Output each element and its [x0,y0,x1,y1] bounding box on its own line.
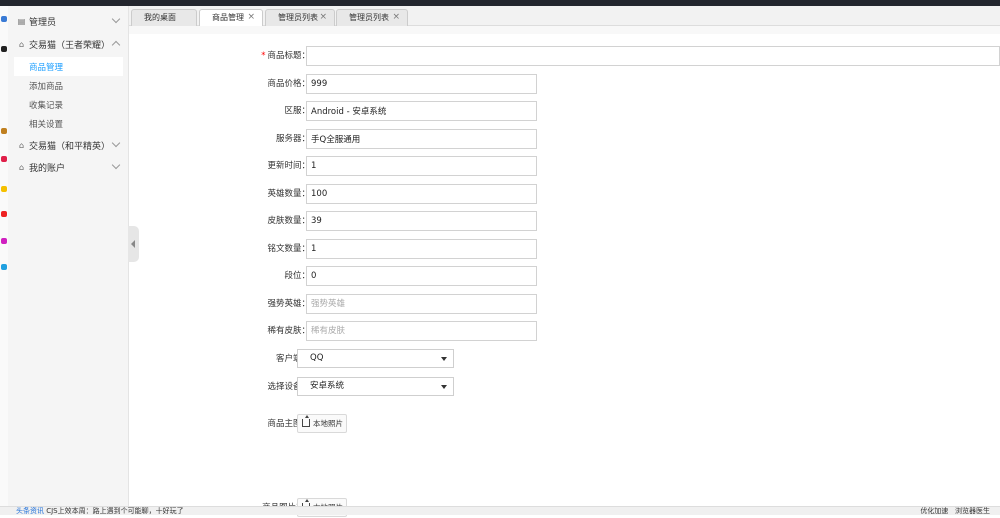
tab-admin-list[interactable]: 管理员列表 × [265,9,335,26]
rune-count-input[interactable] [306,239,537,259]
caret-down-icon [441,357,447,361]
bag-icon: ⌂ [18,140,25,150]
select-value: QQ [310,353,324,363]
bag-icon: ⌂ [18,39,25,49]
field-label: 服务器： [275,134,310,144]
form-row-main-image: 商品主图： 本地照片 [130,414,1000,434]
tab-label: 商品管理 [212,13,244,22]
close-icon[interactable]: × [319,10,327,25]
launcher-app-icon[interactable] [1,16,7,22]
form-row-rank: 段位： [130,266,1000,286]
form-row-device: 选择设备： 安卓系统 [130,377,1000,397]
tab-product-manage[interactable]: 商品管理 × [199,9,263,27]
close-icon[interactable]: × [392,10,400,25]
launcher-app-icon[interactable] [1,46,7,52]
upload-button-label: 本地照片 [313,419,343,428]
launcher-app-icon[interactable] [1,186,7,192]
sidebar-item-trade-wzry[interactable]: ⌂ 交易猫（王者荣耀） [8,35,129,54]
field-label: 稀有皮肤： [267,326,310,336]
sidebar-subitem-settings[interactable]: 相关设置 [8,114,129,133]
tab-admin-list-2[interactable]: 管理员列表 × [336,9,408,26]
field-label: 更新时间： [267,161,310,171]
sidebar-subitem-add-product[interactable]: 添加商品 [8,76,129,95]
sidebar-subitem-product-manage[interactable]: 商品管理 [14,57,123,76]
sidebar-item-account[interactable]: ⌂ 我的账户 [8,158,129,177]
browser-status-bar: 头条资讯 CJS上效本周：路上遇到个可能聊，十好玩了 优化加速 浏览器医生 [0,506,1000,515]
close-icon[interactable]: × [247,10,255,25]
launcher-app-icon[interactable] [1,128,7,134]
sidebar-item-label: 管理员 [29,18,57,28]
chevron-up-icon [111,40,121,50]
launcher-app-icon[interactable] [1,211,7,217]
tab-bar: 我的桌面 商品管理 × 管理员列表 × 管理员列表 × [129,6,1000,27]
skin-count-input[interactable] [306,211,537,231]
main-image-upload-button[interactable]: 本地照片 [297,414,347,433]
launcher-app-icon[interactable] [1,238,7,244]
field-label: 铭文数量： [267,244,310,254]
select-value: 安卓系统 [310,381,345,391]
chevron-down-icon [111,138,121,148]
server-input[interactable] [306,129,537,149]
chevron-down-icon [111,160,121,170]
field-label: 皮肤数量： [267,216,310,226]
upload-icon [302,415,310,427]
sidebar-item-label: 交易猫（和平精英） [29,142,111,152]
sidebar-subitem-collect-records[interactable]: 收集记录 [8,95,129,114]
list-icon: ▤ [17,16,26,26]
caret-down-icon [441,385,447,389]
rare-skin-input[interactable] [306,321,537,341]
price-input[interactable] [306,74,537,94]
chevron-down-icon [111,14,121,24]
form-row-title: * 商品标题： [130,46,1000,66]
tab-label: 管理员列表 [278,13,318,22]
form-row-client: 客户端： QQ [130,349,1000,369]
required-mark: * [261,51,266,61]
tab-my-desktop[interactable]: 我的桌面 [131,9,197,26]
hero-count-input[interactable] [306,184,537,204]
field-label: 商品价格： [267,79,310,89]
form-row-skin: 皮肤数量： [130,211,1000,231]
sidebar-item-trade-hpjy[interactable]: ⌂ 交易猫（和平精英） [8,136,129,155]
form-row-price: 商品价格： [130,74,1000,94]
sidebar-item-admin[interactable]: ▤ 管理员 [8,12,129,31]
launcher-app-icon[interactable] [1,156,7,162]
field-label: 英雄数量： [267,189,310,199]
sidebar: ▤ 管理员 ⌂ 交易猫（王者荣耀） 商品管理 添加商品 收集记录 相关设置 ⌂ … [8,6,129,506]
speedup-link: 优化加速 [920,507,949,515]
sidebar-item-label: 交易猫（王者荣耀） [29,41,111,51]
device-select[interactable]: 安卓系统 [297,377,454,396]
tab-label: 管理员列表 [349,13,389,22]
bag-icon: ⌂ [18,162,25,172]
form-row-update: 更新时间： [130,156,1000,176]
field-label: 强势英雄： [267,299,310,309]
form-row-rare-skin: 稀有皮肤： [130,321,1000,341]
form-row-server: 服务器： [130,129,1000,149]
zone-input[interactable] [306,101,537,121]
sidebar-item-label: 我的账户 [29,164,66,174]
client-select[interactable]: QQ [297,349,454,368]
form-row-zone: 区服： [130,101,1000,121]
form-row-rune: 铭文数量： [130,239,1000,259]
form-row-hero: 英雄数量： [130,184,1000,204]
browser-doctor-link: 浏览器医生 [955,507,990,515]
content-top-strip [129,26,1000,34]
strong-hero-input[interactable] [306,294,537,314]
update-time-input[interactable] [306,156,537,176]
news-ticker[interactable]: 头条资讯 CJS上效本周：路上遇到个可能聊，十好玩了 [16,507,184,515]
rank-input[interactable] [306,266,537,286]
app-launcher-strip [0,6,8,506]
tab-label: 我的桌面 [144,13,176,22]
status-tools[interactable]: 优化加速 浏览器医生 [920,507,990,515]
field-label: * 商品标题： [261,51,310,61]
title-input[interactable] [306,46,1000,66]
launcher-app-icon[interactable] [1,264,7,270]
form-row-strong-hero: 强势英雄： [130,294,1000,314]
